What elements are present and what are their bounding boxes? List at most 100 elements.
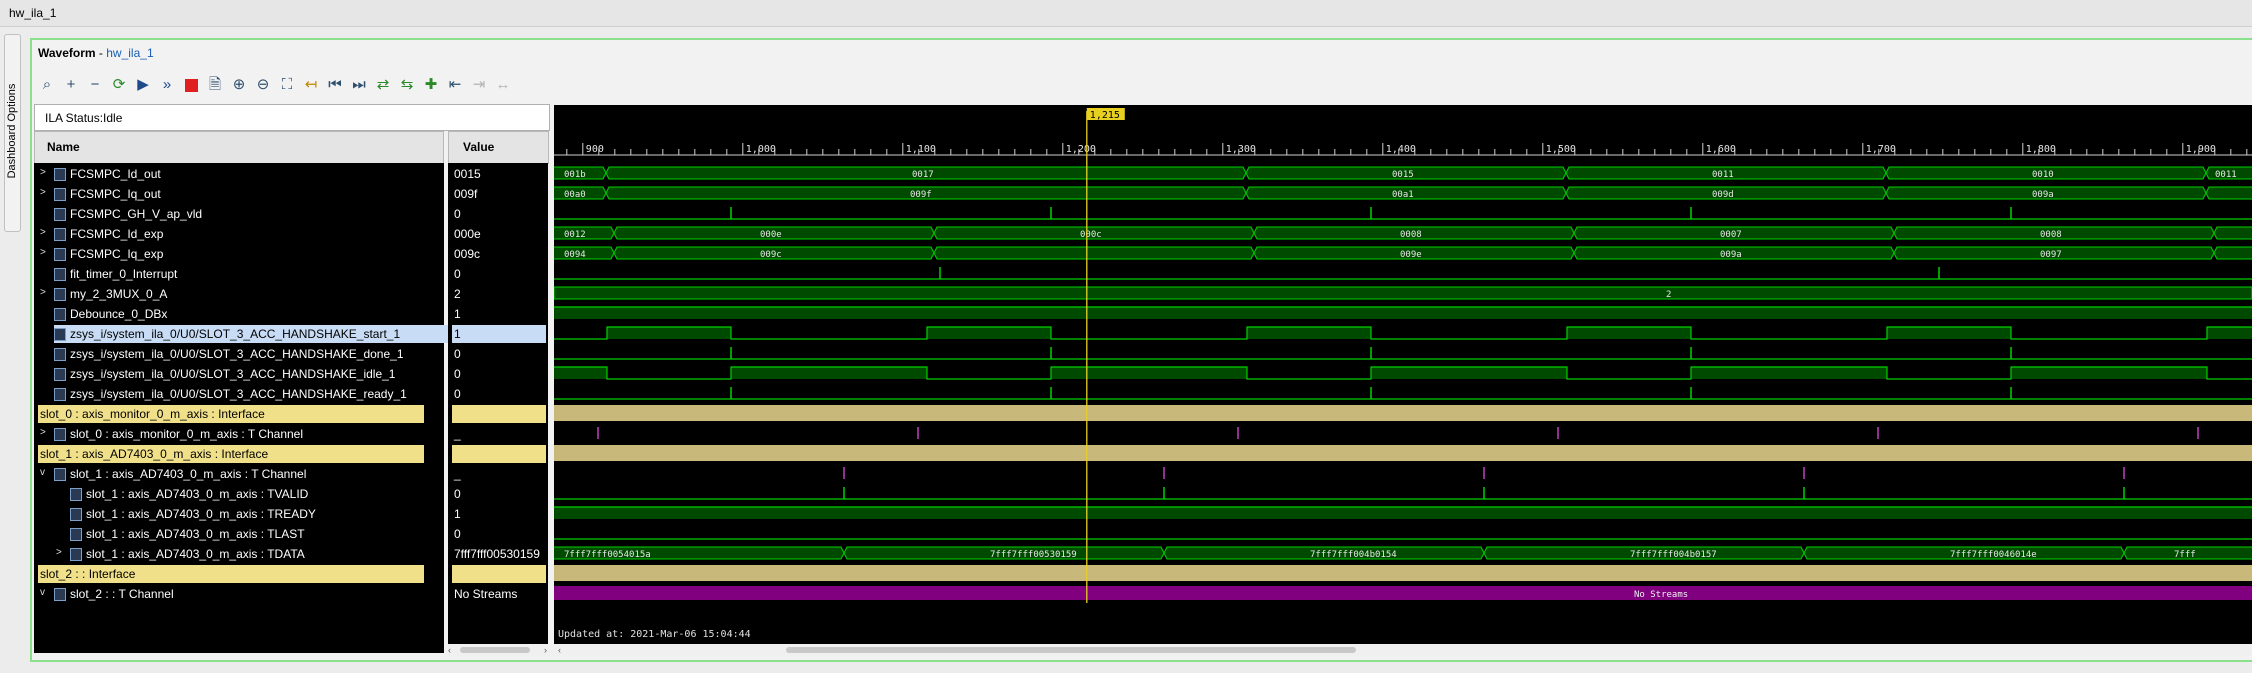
signal-row[interactable]: zsys_i/system_ila_0/U0/SLOT_3_ACC_HANDSH… <box>34 324 454 344</box>
expand-icon[interactable]: > <box>40 227 50 238</box>
bus-signal-icon <box>54 248 66 261</box>
wave-scroll-left-icon[interactable]: ‹ <box>558 646 566 655</box>
bus-value-label: 00a0 <box>564 190 586 200</box>
go-to-start-icon[interactable]: ⏮ <box>322 72 348 98</box>
bus-value-label: 009c <box>760 250 782 260</box>
previous-transition-icon[interactable]: ⇄ <box>370 72 396 98</box>
signal-row[interactable]: > slot_0 : axis_monitor_0_m_axis : T Chan… <box>34 424 444 444</box>
signal-value: _ <box>454 427 461 441</box>
signal-row[interactable]: slot_0 : axis_monitor_0_m_axis : Interfa… <box>34 404 444 424</box>
expand-icon[interactable]: > <box>40 427 50 438</box>
expand-icon[interactable]: > <box>40 167 50 178</box>
stop-icon[interactable] <box>178 72 204 98</box>
zoom-out-icon[interactable]: ⊖ <box>250 72 276 98</box>
signal-row[interactable]: slot_2 : : Interface <box>34 564 444 584</box>
bit-high-fill <box>607 327 731 339</box>
bit-signal-icon <box>54 328 66 341</box>
bus-value-label: 009f <box>910 190 932 200</box>
value-band <box>452 405 546 423</box>
ruler-tick-label: 1,800 <box>2026 144 2056 155</box>
refresh-icon[interactable]: ⟳ <box>106 72 132 98</box>
signal-value-row: 000e <box>448 224 548 244</box>
value-band <box>452 325 546 343</box>
go-to-cursor-icon[interactable]: ↤ <box>298 72 324 98</box>
expand-icon[interactable]: > <box>40 247 50 258</box>
signal-row[interactable]: > FCSMPC_Id_exp <box>34 224 444 244</box>
signal-name: FCSMPC_Iq_out <box>70 187 161 201</box>
ruler-tick-label: 1,300 <box>1226 144 1256 155</box>
value-column-header[interactable]: Value <box>448 131 549 164</box>
zoom-fit-icon[interactable]: ⛶ <box>274 72 300 98</box>
bit-signal-icon <box>70 488 82 501</box>
expand-icon[interactable]: > <box>40 287 50 298</box>
wave-scroll-thumb[interactable] <box>786 647 1356 653</box>
previous-marker-icon[interactable]: ⇤ <box>442 72 468 98</box>
bit-high-fill <box>554 307 2252 319</box>
signal-name: slot_0 : axis_monitor_0_m_axis : Interfa… <box>40 407 265 421</box>
waveform-canvas[interactable]: 900 1,000 1,100 1,200 1,300 1,400 1,500 1,600 1,… <box>554 105 2252 644</box>
signal-name: zsys_i/system_ila_0/U0/SLOT_3_ACC_HANDSH… <box>70 367 396 381</box>
window-titlebar: hw_ila_1 <box>0 0 2252 27</box>
signal-row[interactable]: slot_1 : axis_AD7403_0_m_axis : Interfac… <box>34 444 444 464</box>
signal-row[interactable]: > FCSMPC_Iq_out <box>34 184 444 204</box>
zoom-in-icon[interactable]: ⊕ <box>226 72 252 98</box>
bus-value-label: 7fff7fff004b0154 <box>1310 550 1397 560</box>
signal-row[interactable]: > slot_1 : axis_AD7403_0_m_axis : TDATA <box>34 544 444 564</box>
next-transition-icon[interactable]: ⇆ <box>394 72 420 98</box>
no-streams-band <box>554 586 2252 600</box>
expand-icon[interactable]: > <box>40 187 50 198</box>
signal-name: slot_1 : axis_AD7403_0_m_axis : TDATA <box>86 547 305 561</box>
signal-row[interactable]: FCSMPC_GH_V_ap_vld <box>34 204 444 224</box>
signal-row[interactable]: Debounce_0_DBx <box>34 304 444 324</box>
collapse-icon[interactable]: v <box>40 587 50 598</box>
signal-row[interactable]: zsys_i/system_ila_0/U0/SLOT_3_ACC_HANDSH… <box>34 344 444 364</box>
bus-segment <box>2213 226 2252 240</box>
remove-icon[interactable]: − <box>82 72 108 98</box>
signal-row[interactable]: v slot_2 : : T Channel <box>34 584 444 604</box>
bit-signal-icon <box>54 368 66 381</box>
run-immediate-icon[interactable]: » <box>154 72 180 98</box>
panel-title-link[interactable]: hw_ila_1 <box>106 46 153 60</box>
bus-value-label: 7fff7fff00530159 <box>990 550 1077 560</box>
ruler-tick-label: 1,200 <box>1066 144 1096 155</box>
signal-value: 009f <box>454 187 478 201</box>
run-trigger-icon[interactable]: ▶ <box>130 72 156 98</box>
search-icon[interactable]: ⌕ <box>34 72 60 98</box>
go-to-end-icon[interactable]: ⏭ <box>346 72 372 98</box>
signal-name-list[interactable]: > FCSMPC_Id_out > FCSMPC_Iq_out FCSMPC_GH_V_… <box>34 163 454 653</box>
signal-value-row <box>448 444 548 464</box>
add-marker-icon[interactable]: ✚ <box>418 72 444 98</box>
signal-row[interactable]: zsys_i/system_ila_0/U0/SLOT_3_ACC_HANDSH… <box>34 384 444 404</box>
value-scroll-thumb[interactable] <box>460 647 530 653</box>
horizontal-scrollbar[interactable]: ‹ › ‹ <box>448 644 2252 656</box>
signal-name: my_2_3MUX_0_A <box>70 287 168 301</box>
signal-row[interactable]: > FCSMPC_Id_out <box>34 164 444 184</box>
signal-row[interactable]: > FCSMPC_Iq_exp <box>34 244 444 264</box>
signal-row[interactable]: slot_1 : axis_AD7403_0_m_axis : TREADY <box>34 504 444 524</box>
expand-icon[interactable]: > <box>56 547 66 558</box>
dashboard-options-tab[interactable]: Dashboard Options <box>4 34 21 232</box>
signal-name: zsys_i/system_ila_0/U0/SLOT_3_ACC_HANDSH… <box>70 347 404 361</box>
signal-value: 1 <box>454 327 461 341</box>
signal-value: 2 <box>454 287 461 301</box>
scroll-left-icon[interactable]: ‹ <box>448 646 456 655</box>
signal-row[interactable]: fit_timer_0_Interrupt <box>34 264 444 284</box>
signal-row[interactable]: > my_2_3MUX_0_A <box>34 284 444 304</box>
name-column-header[interactable]: Name <box>34 131 444 164</box>
ruler-tick-label: 1,000 <box>746 144 776 155</box>
signal-value: 1 <box>454 307 461 321</box>
interface-band <box>554 445 2252 461</box>
export-icon[interactable]: 🗎 <box>202 72 228 98</box>
signal-row[interactable]: zsys_i/system_ila_0/U0/SLOT_3_ACC_HANDSH… <box>34 364 444 384</box>
bus-value-label: 7fff <box>2174 550 2196 560</box>
signal-name: slot_1 : axis_AD7403_0_m_axis : TREADY <box>86 507 316 521</box>
collapse-icon[interactable]: v <box>40 467 50 478</box>
signal-row[interactable]: slot_1 : axis_AD7403_0_m_axis : TVALID <box>34 484 444 504</box>
add-icon[interactable]: + <box>58 72 84 98</box>
ruler-tick-label: 1,700 <box>1866 144 1896 155</box>
signal-row[interactable]: slot_1 : axis_AD7403_0_m_axis : TLAST <box>34 524 444 544</box>
scroll-right-icon[interactable]: › <box>544 646 552 655</box>
cursor-time-label: 1,215 <box>1090 110 1120 121</box>
bit-high-fill <box>1567 327 1691 339</box>
signal-row[interactable]: v slot_1 : axis_AD7403_0_m_axis : T Chann… <box>34 464 444 484</box>
